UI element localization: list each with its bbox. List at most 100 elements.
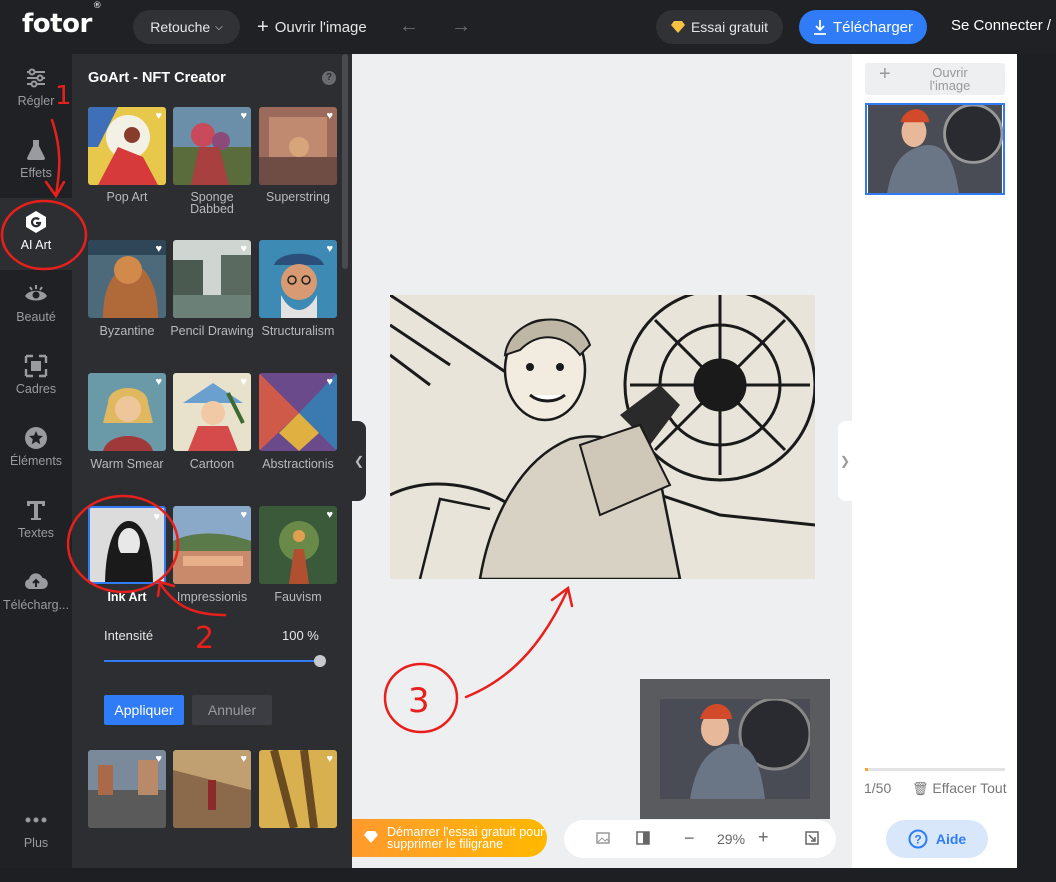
navigator-minimap[interactable]	[640, 679, 830, 819]
plus-icon: +	[257, 15, 269, 38]
image-count: 1/50	[864, 780, 892, 796]
edited-photo	[390, 295, 815, 579]
add-image-label: Ouvrir l'image	[929, 65, 971, 93]
nav-item-effets[interactable]: Effets	[0, 126, 72, 198]
apply-button[interactable]: Appliquer	[104, 695, 184, 725]
frame-icon	[24, 354, 48, 378]
nav-item-plus[interactable]: Plus	[0, 796, 72, 868]
nav-label: Télécharg...	[2, 598, 69, 612]
clear-all-button[interactable]: 🗑 Effacer Tout	[912, 780, 1007, 797]
favorite-icon[interactable]: ♥	[240, 753, 247, 765]
intensity-slider-track[interactable]	[104, 660, 320, 662]
style-thumb-abstractionism[interactable]: ♥	[259, 373, 337, 451]
style-thumb-extra-2[interactable]: ♥	[173, 750, 251, 828]
trial-button[interactable]: Essai gratuit	[656, 10, 783, 44]
intensity-value: 100 %	[282, 628, 319, 643]
style-label: Pop Art	[106, 190, 148, 204]
download-label: Télécharger	[832, 18, 914, 36]
help-button[interactable]: ? Aide	[886, 820, 988, 858]
intensity-label: Intensité	[104, 628, 154, 643]
svg-text:?: ?	[914, 833, 921, 847]
style-thumb-ink-art[interactable]: ♥	[88, 506, 166, 584]
add-image-button[interactable]: + Ouvrir l'image	[865, 63, 1005, 95]
nav-item-regler[interactable]: Régler	[0, 54, 72, 126]
style-label: Byzantine	[99, 324, 155, 338]
fit-screen-icon[interactable]	[805, 831, 819, 848]
eye-icon	[25, 285, 47, 301]
open-image-button[interactable]: + Ouvrir l'image	[257, 10, 367, 44]
favorite-icon[interactable]: ♥	[153, 511, 160, 523]
style-label: Abstractionis	[262, 457, 334, 471]
download-button[interactable]: Télécharger	[799, 10, 927, 44]
nav-item-textes[interactable]: Textes	[0, 486, 72, 558]
favorite-icon[interactable]: ♥	[155, 376, 162, 388]
fauvism-preview	[259, 506, 337, 584]
style-thumb-extra-3[interactable]: ♥	[259, 750, 337, 828]
zoom-in-icon[interactable]: +	[758, 827, 769, 848]
bottom-strip	[0, 868, 1056, 882]
fotor-logo[interactable]: fotor®	[22, 1, 102, 39]
zoom-level: 29%	[717, 831, 746, 847]
nav-item-elements[interactable]: Éléments	[0, 414, 72, 486]
favorite-icon[interactable]: ♥	[240, 110, 247, 122]
style-thumb-structuralism[interactable]: ♥	[259, 240, 337, 318]
favorite-icon[interactable]: ♥	[326, 243, 333, 255]
redo-icon[interactable]: →	[450, 15, 472, 37]
chevron-left-icon: ❮	[353, 454, 365, 468]
favorite-icon[interactable]: ♥	[326, 753, 333, 765]
style-label: Superstring	[266, 190, 330, 204]
favorite-icon[interactable]: ♥	[155, 753, 162, 765]
style-thumb-byzantine[interactable]: ♥	[88, 240, 166, 318]
panel-title: GoArt - NFT Creator	[88, 70, 226, 86]
style-thumb-superstring[interactable]: ♥	[259, 107, 337, 185]
nav-label: Effets	[20, 166, 52, 180]
nav-item-cadres[interactable]: Cadres	[0, 342, 72, 414]
flask-icon	[27, 140, 45, 160]
zoom-out-icon[interactable]: −	[684, 828, 695, 849]
style-thumb-pencil-drawing[interactable]: ♥	[173, 240, 251, 318]
style-thumb-impressionism[interactable]: ♥	[173, 506, 251, 584]
sliders-icon	[27, 68, 45, 88]
expand-right-panel-button[interactable]: ❯	[838, 421, 852, 501]
style-thumb-pop-art[interactable]: ♥	[88, 107, 166, 185]
style-thumb-fauvism[interactable]: ♥	[259, 506, 337, 584]
favorite-icon[interactable]: ♥	[326, 509, 333, 521]
style-thumb-warm-smear[interactable]: ♥	[88, 373, 166, 451]
nav-item-telecharger[interactable]: Télécharg...	[0, 558, 72, 630]
favorite-icon[interactable]: ♥	[155, 243, 162, 255]
style-label: Cartoon	[189, 457, 235, 471]
style-label: Impressionis	[176, 590, 248, 604]
collapse-panel-button[interactable]: ❮	[352, 421, 366, 501]
login-link[interactable]: Se Connecter /	[951, 17, 1051, 34]
nav-item-ai-art[interactable]: AI Art	[0, 198, 72, 270]
favorite-icon[interactable]: ♥	[240, 376, 247, 388]
chevron-right-icon: ❯	[839, 454, 851, 468]
watermark-trial-banner[interactable]: Démarrer l'essai gratuit pour supprimer …	[352, 819, 547, 857]
favorite-icon[interactable]: ♥	[326, 110, 333, 122]
compare-icon[interactable]	[636, 831, 650, 848]
cancel-button[interactable]: Annuler	[192, 695, 272, 725]
favorite-icon[interactable]: ♥	[326, 376, 333, 388]
image-icon[interactable]	[596, 831, 610, 848]
help-icon[interactable]: ?	[322, 71, 336, 85]
trial-label: Essai gratuit	[690, 19, 769, 35]
nav-label: Plus	[23, 836, 49, 850]
structuralism-preview	[259, 240, 337, 318]
favorite-icon[interactable]: ♥	[155, 110, 162, 122]
nav-item-beaute[interactable]: Beauté	[0, 270, 72, 342]
mode-dropdown[interactable]: Retouche ⌵	[133, 10, 240, 44]
favorite-icon[interactable]: ♥	[240, 509, 247, 521]
open-image-label: Ouvrir l'image	[274, 18, 367, 36]
trash-icon: 🗑	[912, 781, 929, 796]
intensity-slider-knob[interactable]	[314, 655, 326, 667]
style-thumb-sponge-dabbed[interactable]: ♥	[173, 107, 251, 185]
image-thumbnail[interactable]	[865, 103, 1005, 195]
canvas-area: ❮ ❯ Démarrer l'essai gratuit pour suppri…	[352, 54, 852, 868]
panel-scrollbar[interactable]	[342, 54, 348, 269]
undo-icon[interactable]: ←	[398, 15, 420, 37]
style-thumb-extra-1[interactable]: ♥	[88, 750, 166, 828]
style-thumb-cartoon[interactable]: ♥	[173, 373, 251, 451]
plus-icon: +	[879, 63, 891, 85]
abstractionism-preview	[259, 373, 337, 451]
favorite-icon[interactable]: ♥	[240, 243, 247, 255]
